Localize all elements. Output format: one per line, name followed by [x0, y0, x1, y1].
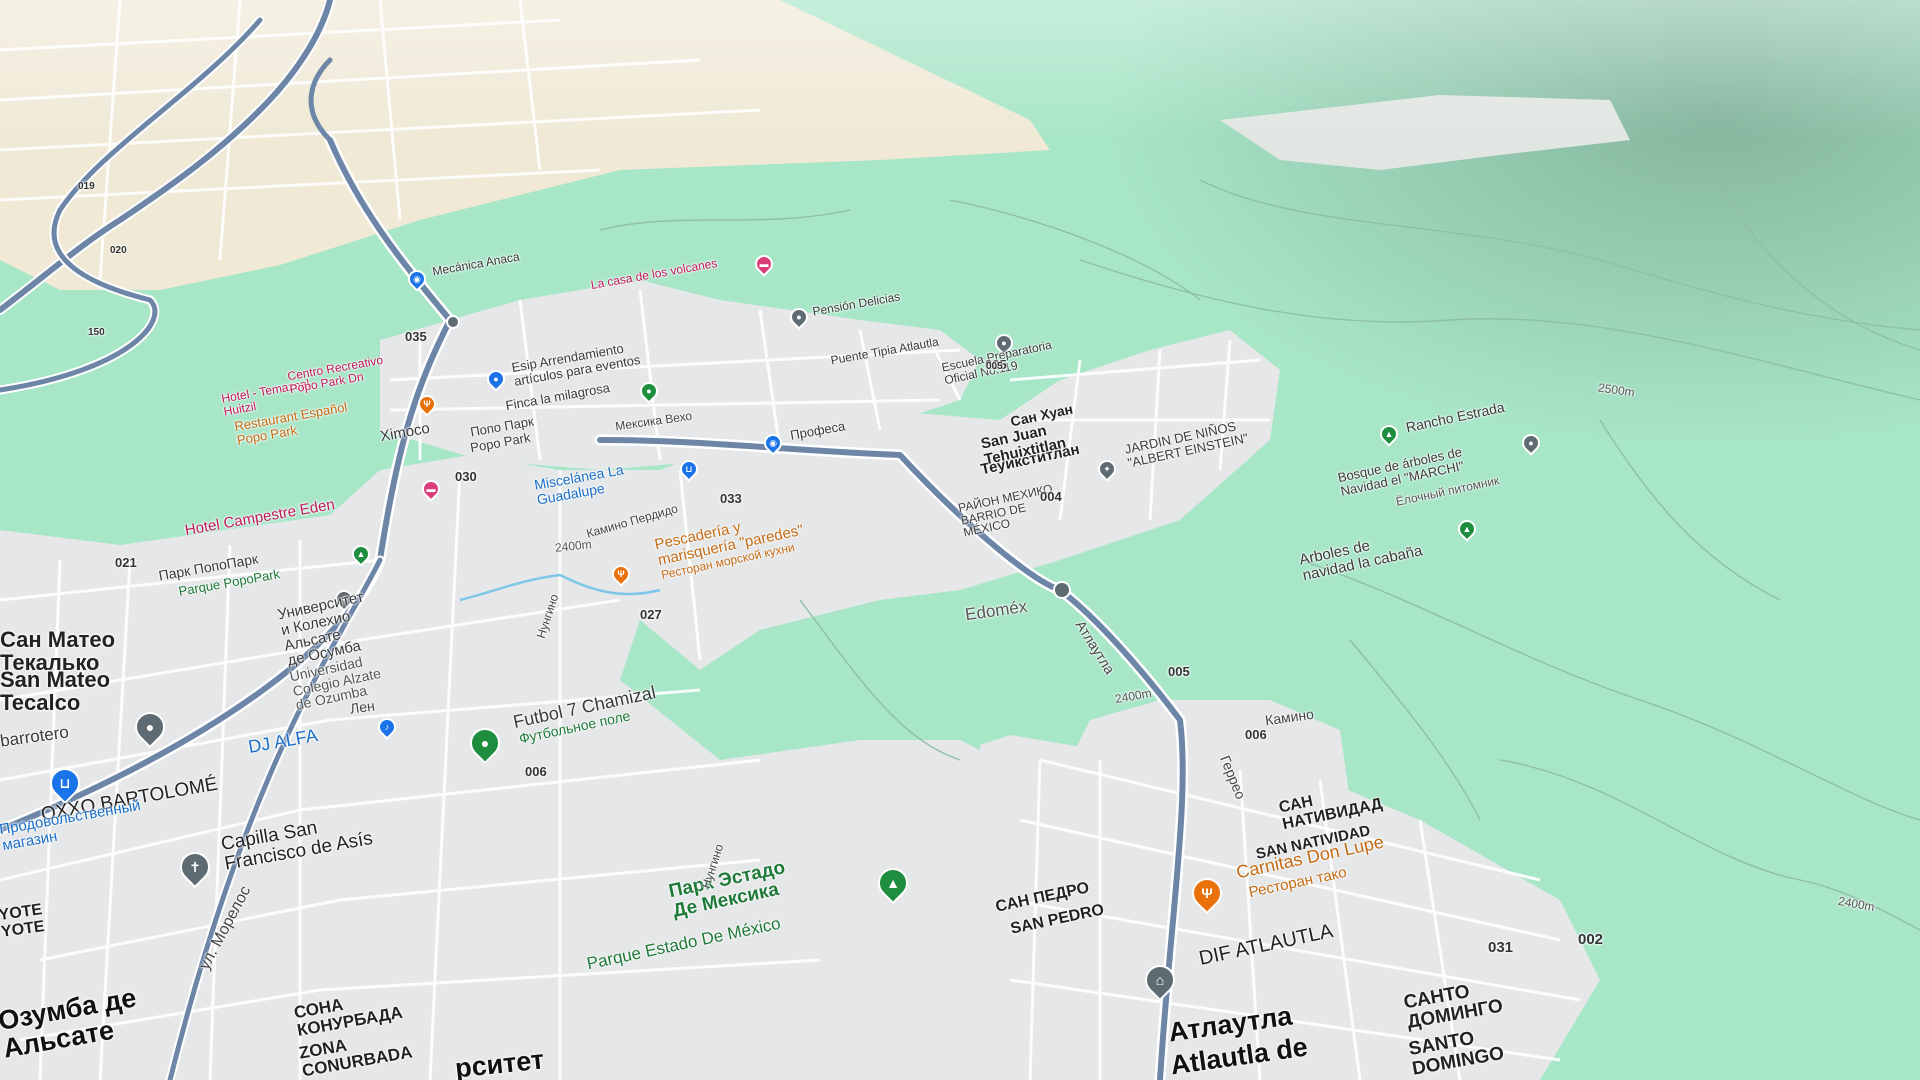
- pin-icon: ●: [480, 735, 490, 751]
- fork-knife-icon: Ψ: [1201, 885, 1213, 901]
- road-len[interactable]: Лен: [349, 697, 376, 716]
- bed-icon: ▬: [759, 259, 769, 269]
- map-base-layer: [0, 0, 1920, 1080]
- atmospheric-fog: [0, 0, 1920, 400]
- car-icon: ◉: [769, 438, 777, 448]
- locality-san-mateo[interactable]: San Mateo Tecalco: [0, 668, 110, 714]
- school-icon: ✦: [1103, 464, 1111, 474]
- pin-icon: ●: [145, 719, 155, 735]
- route-shield: 020: [110, 245, 127, 256]
- cart-icon: ⊔: [59, 775, 71, 791]
- block-number: 002: [1578, 931, 1604, 948]
- cross-icon: ✝: [189, 859, 201, 875]
- cart-icon: ⊔: [685, 464, 693, 474]
- bed-icon: ▬: [426, 484, 436, 494]
- block-number: 004: [1040, 489, 1062, 504]
- route-shield: 150: [88, 327, 105, 338]
- block-number: 006: [1245, 727, 1267, 742]
- music-icon: ♪: [384, 722, 390, 732]
- junction-marker-north: [446, 315, 460, 329]
- block-number: 030: [455, 469, 477, 484]
- bank-icon: ⌂: [1155, 972, 1165, 988]
- block-number: 006: [525, 764, 547, 779]
- tree-icon: ▲: [886, 875, 900, 891]
- tree-icon: ▲: [1384, 429, 1394, 439]
- pin-icon: ●: [646, 386, 652, 396]
- block-number: 005: [986, 361, 1003, 372]
- tree-icon: ▲: [1462, 524, 1472, 534]
- fork-knife-icon: Ψ: [617, 569, 625, 579]
- pin-icon: ●: [493, 374, 499, 384]
- junction-marker: [1053, 581, 1071, 599]
- tree-icon: ▲: [356, 549, 366, 559]
- pin-icon: ●: [796, 312, 802, 322]
- route-shield: 019: [78, 181, 95, 192]
- fork-knife-icon: Ψ: [423, 399, 431, 409]
- block-number: 021: [115, 555, 137, 570]
- car-icon: ◉: [413, 274, 421, 284]
- block-number: 031: [1488, 939, 1514, 956]
- block-number: 033: [720, 491, 742, 506]
- block-number: 027: [640, 607, 662, 622]
- block-number: 005: [1168, 664, 1190, 679]
- block-number: 035: [405, 329, 427, 344]
- 3d-terrain-map[interactable]: Сан Матео Текалько San Mateo Tecalco Атл…: [0, 0, 1920, 1080]
- locality-yote[interactable]: YOTE YOTE: [0, 901, 46, 941]
- pin-icon: ●: [1528, 438, 1534, 448]
